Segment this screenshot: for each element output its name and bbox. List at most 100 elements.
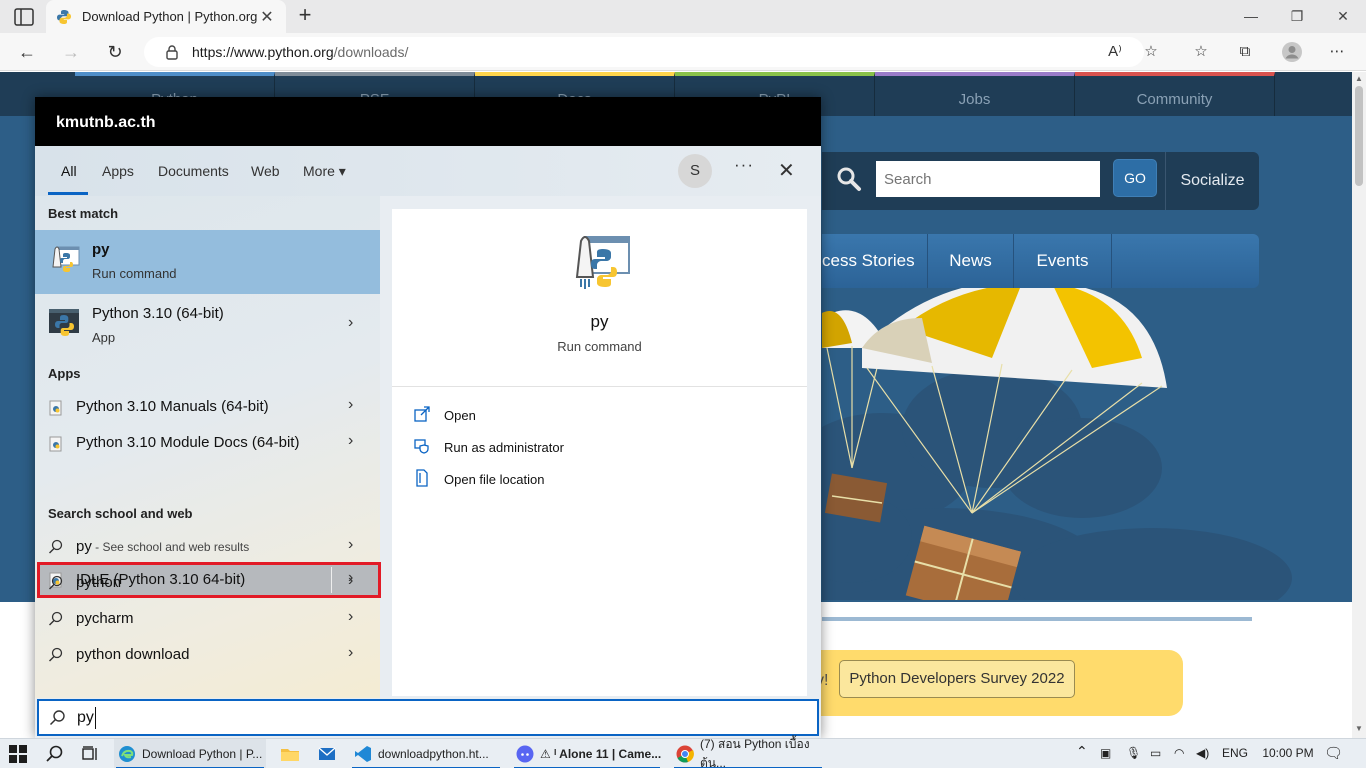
taskbar-search-icon[interactable] (45, 744, 65, 764)
search-icon (49, 611, 63, 626)
collections-icon[interactable]: ⧉ (1234, 41, 1256, 63)
nav-item-community[interactable]: Community (1075, 72, 1275, 116)
socialize-button[interactable]: Socialize (1165, 152, 1259, 210)
meet-now-icon[interactable]: ▣ (1100, 746, 1111, 760)
best-match-heading: Best match (48, 206, 119, 221)
app-module-docs-title: Python 3.10 Module Docs (64-bit) (76, 434, 300, 451)
taskbar-app-chrome[interactable]: (7) สอน Python เบื้องต้น... (672, 737, 824, 768)
active-tab-indicator (48, 192, 88, 195)
tab-actions-icon[interactable] (14, 8, 34, 26)
url-field[interactable]: https://www.python.org/downloads/ (144, 37, 1144, 67)
page-scrollbar[interactable]: ▲ ▼ (1352, 72, 1366, 738)
chevron-right-icon[interactable]: › (348, 536, 353, 554)
edge-icon (119, 746, 135, 762)
best-match-subtitle: Run command (92, 266, 177, 281)
python-app-icon (49, 309, 79, 336)
profile-avatar[interactable] (1281, 41, 1303, 63)
shield-icon (414, 439, 429, 454)
action-open-file-location-label: Open file location (444, 472, 545, 487)
chevron-right-icon[interactable]: › (348, 314, 353, 332)
best-match-result[interactable]: py Run command (35, 230, 380, 294)
tab-apps[interactable]: Apps (102, 163, 134, 179)
browser-tab-active[interactable]: Download Python | Python.org ✕ (46, 0, 286, 33)
subnav-success-stories[interactable]: cess Stories (822, 234, 928, 288)
survey-button[interactable]: Python Developers Survey 2022 (839, 660, 1075, 698)
go-button[interactable]: GO (1113, 159, 1157, 197)
taskbar-app-edge[interactable]: Download Python | P... (114, 739, 266, 768)
close-icon[interactable]: ✕ (778, 158, 795, 183)
text-caret (95, 707, 96, 729)
file-explorer-icon[interactable] (280, 744, 300, 764)
minimize-button[interactable]: — (1228, 0, 1274, 33)
taskbar-app-vscode[interactable]: downloadpython.ht... (350, 739, 502, 768)
window-close-button[interactable]: ✕ (1320, 0, 1366, 33)
taskbar-app-label: (7) สอน Python เบื้องต้น... (700, 737, 810, 768)
search-query-text[interactable]: py (77, 709, 94, 727)
chevron-right-icon[interactable]: › (348, 396, 353, 414)
chevron-down-icon: ▾ (338, 163, 346, 179)
tab-all[interactable]: All (61, 163, 77, 179)
microphone-icon[interactable]: 🎙 (1126, 746, 1141, 760)
task-view-icon[interactable] (80, 744, 100, 764)
vscode-icon (355, 746, 371, 762)
action-run-as-admin-label: Run as administrator (444, 440, 564, 455)
tab-close-icon[interactable]: ✕ (258, 7, 276, 27)
scroll-up-arrow[interactable]: ▲ (1352, 74, 1366, 83)
add-favorite-icon[interactable]: ☆ (1140, 41, 1162, 63)
parachute-illustration (822, 288, 1292, 600)
wifi-icon[interactable]: ◠ (1174, 746, 1184, 760)
subnav-events[interactable]: Events (1014, 234, 1112, 288)
chevron-right-icon[interactable]: › (348, 432, 353, 450)
taskbar-clock[interactable]: 10:00 PM (1258, 746, 1318, 760)
tab-title: Download Python | Python.org (82, 9, 258, 24)
python-app-title: Python 3.10 (64-bit) (92, 305, 224, 322)
address-bar-row: ← → ↻ https://www.python.org/downloads/ … (0, 33, 1366, 71)
scroll-thumb[interactable] (1355, 86, 1363, 186)
new-tab-button[interactable]: + (294, 4, 316, 28)
scroll-down-arrow[interactable]: ▼ (1352, 724, 1366, 733)
forward-button[interactable]: → (58, 40, 84, 64)
subnav-news[interactable]: News (928, 234, 1014, 288)
more-options-icon[interactable]: ··· (734, 155, 754, 175)
python-app-subtitle: App (92, 330, 116, 345)
chevron-right-icon[interactable]: › (348, 608, 353, 626)
favorites-icon[interactable]: ☆ (1190, 41, 1212, 63)
chevron-right-icon[interactable]: › (348, 644, 353, 662)
chevron-right-icon[interactable]: › (348, 572, 353, 590)
best-match-title: py (92, 241, 110, 258)
file-location-icon (416, 469, 428, 487)
site-search-input[interactable] (876, 161, 1100, 197)
browser-tabstrip: Download Python | Python.org ✕ + — ❐ ✕ (0, 0, 1366, 33)
tray-overflow-icon[interactable]: ⌃ (1076, 743, 1088, 760)
read-aloud-icon[interactable]: A⁾ (1104, 41, 1126, 63)
volume-icon[interactable]: ◀) (1196, 746, 1209, 760)
settings-more-icon[interactable]: ⋯ (1326, 41, 1348, 63)
tab-documents[interactable]: Documents (158, 163, 229, 179)
nav-item-jobs[interactable]: Jobs (875, 72, 1075, 116)
site-sub-nav: cess Stories News Events (822, 234, 1259, 288)
detail-divider (392, 386, 807, 387)
input-language[interactable]: ENG (1222, 746, 1248, 760)
taskbar-app-label: ⚠ ᴵ Alone 11 | Came... (540, 747, 662, 761)
action-open-label: Open (444, 408, 476, 423)
battery-icon[interactable]: ▭ (1150, 746, 1161, 760)
back-button[interactable]: ← (14, 40, 40, 64)
search-icon (49, 647, 63, 662)
windows-search-input[interactable]: py (37, 699, 819, 736)
web-query-suffix: - See school and web results (91, 540, 250, 554)
windows-start-icon[interactable] (9, 745, 27, 763)
windows-search-panel: kmutnb.ac.th All Apps Documents Web More… (35, 97, 821, 738)
search-icon (49, 710, 65, 726)
refresh-button[interactable]: ↻ (102, 40, 128, 64)
tab-more[interactable]: More ▾ (303, 163, 346, 180)
restore-button[interactable]: ❐ (1274, 0, 1320, 33)
mail-icon[interactable] (317, 744, 337, 764)
python-doc-icon (49, 436, 62, 452)
tab-web[interactable]: Web (251, 163, 280, 179)
web-heading: Search school and web (48, 506, 193, 521)
taskbar-app-discord[interactable]: ⚠ ᴵ Alone 11 | Came... (512, 739, 662, 768)
account-avatar[interactable]: S (678, 154, 712, 188)
detail-subtitle: Run command (557, 339, 642, 354)
web-query-text: python download (76, 646, 190, 663)
notification-icon[interactable]: 🗨 (1324, 744, 1343, 762)
